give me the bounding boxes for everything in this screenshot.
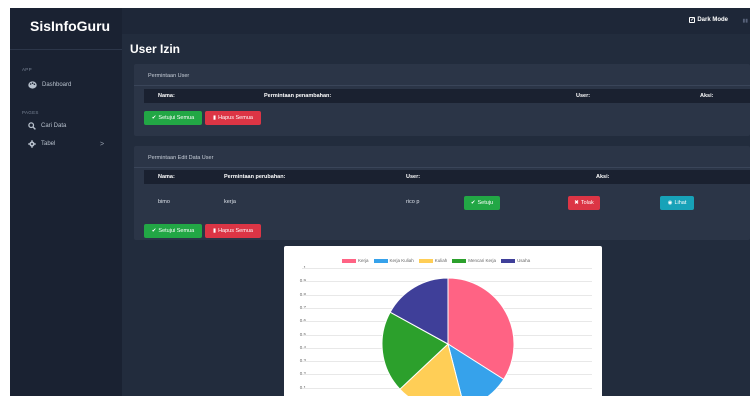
gear-icon <box>28 140 36 148</box>
sidebar: SisInfoGuru APP Dashboard PAGES Cari Dat… <box>10 8 122 396</box>
permintaan-edit-card: Permintaan Edit Data User Nama: Perminta… <box>134 146 750 240</box>
column-header-nama: Nama: <box>158 174 175 180</box>
sidebar-item-dashboard[interactable]: Dashboard <box>28 79 71 91</box>
dark-mode-checkbox[interactable]: ✓ <box>689 17 696 23</box>
topbar: ✓ Dark Mode ▮▮ <box>122 8 750 34</box>
row-user: rico p <box>406 199 420 205</box>
button-label: Tolak <box>580 200 594 206</box>
column-header-nama: Nama: <box>158 93 175 99</box>
reject-button[interactable]: ✖ Tolak <box>568 196 600 210</box>
trash-icon: ▮ <box>213 228 217 234</box>
brand-logo[interactable]: SisInfoGuru <box>30 18 110 34</box>
column-header-aksi: Aksi: <box>700 93 714 99</box>
close-icon: ✖ <box>574 200 579 206</box>
app-frame: SisInfoGuru APP Dashboard PAGES Cari Dat… <box>10 8 750 396</box>
row-nama: bimo <box>158 199 170 205</box>
palette-icon <box>28 81 37 89</box>
column-header-user: User: <box>576 93 591 99</box>
row-perubahan: kerja <box>224 199 236 205</box>
card-divider <box>134 85 750 86</box>
page-title: User Izin <box>130 42 181 56</box>
sidebar-item-label: Cari Data <box>41 123 67 129</box>
column-header-perubahan: Permintaan perubahan: <box>224 174 286 180</box>
pie-chart-card: Kerja Kerja Kuliah Kuliah Mencari Kerja Usah… <box>284 246 602 396</box>
search-icon <box>28 122 36 130</box>
button-label: Hapus Semua <box>218 228 253 234</box>
card-divider <box>134 167 750 168</box>
sidebar-heading-app: APP <box>22 67 32 72</box>
approve-button[interactable]: ✔ Setuju <box>464 196 500 210</box>
sidebar-item-label: Tabel <box>41 141 56 147</box>
button-label: Lihat <box>674 200 687 206</box>
table-header: Nama: Permintaan perubahan: User: Aksi: <box>144 170 750 184</box>
button-label: Hapus Semua <box>218 115 253 121</box>
permintaan-user-card: Permintaan User Nama: Permintaan penamba… <box>134 64 750 136</box>
button-label: Setujui Semua <box>158 115 195 121</box>
sidebar-item-label: Dashboard <box>42 82 72 88</box>
card-title: Permintaan User <box>148 73 190 79</box>
check-icon: ✔ <box>470 200 476 206</box>
topbar-overflow-icon: ▮▮ <box>742 18 748 24</box>
approve-all-button[interactable]: ✔ Setujui Semua <box>144 111 202 125</box>
button-label: Setuju <box>477 200 494 206</box>
sidebar-divider <box>10 49 122 50</box>
trash-icon: ▮ <box>213 115 217 121</box>
eye-icon: ◉ <box>667 200 673 206</box>
check-icon: ✔ <box>151 115 157 121</box>
view-button[interactable]: ◉ Lihat <box>660 196 694 210</box>
column-header-aksi: Aksi: <box>596 174 610 180</box>
dark-mode-toggle[interactable]: ✓ Dark Mode <box>689 17 728 23</box>
column-header-permintaan: Permintaan penambahan: <box>264 93 332 99</box>
button-label: Setujui Semua <box>158 228 195 234</box>
check-icon: ✔ <box>151 228 157 234</box>
approve-all-button[interactable]: ✔ Setujui Semua <box>144 224 202 238</box>
delete-all-button[interactable]: ▮ Hapus Semua <box>205 224 261 238</box>
delete-all-button[interactable]: ▮ Hapus Semua <box>205 111 261 125</box>
sidebar-heading-pages: PAGES <box>22 110 39 115</box>
card-title: Permintaan Edit Data User <box>148 155 214 161</box>
chevron-right-icon[interactable]: > <box>100 141 104 148</box>
dark-mode-label: Dark Mode <box>697 17 728 23</box>
column-header-user: User: <box>406 174 421 180</box>
pie-chart <box>381 277 515 396</box>
table-header: Nama: Permintaan penambahan: User: Aksi: <box>144 89 750 103</box>
sidebar-item-cari-data[interactable]: Cari Data <box>28 120 66 132</box>
sidebar-item-tabel[interactable]: Tabel <box>28 138 55 150</box>
